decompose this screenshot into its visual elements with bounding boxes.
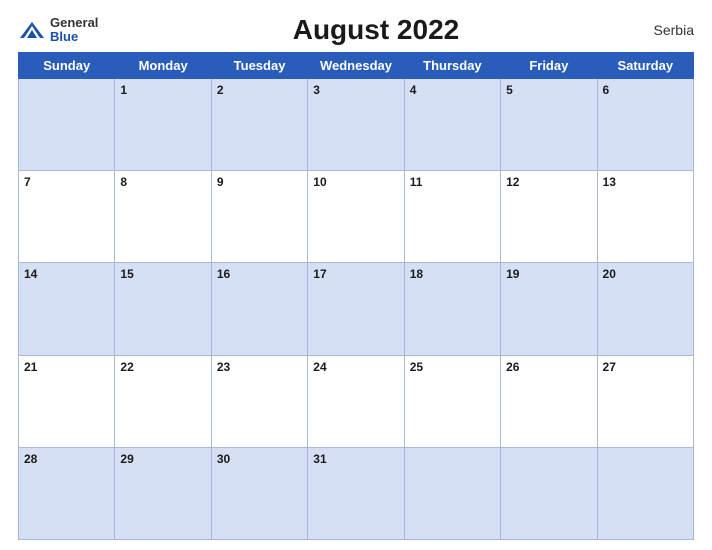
day-number: 29 <box>120 452 133 466</box>
calendar-day-20: 20 <box>597 263 693 355</box>
logo-blue: Blue <box>50 30 98 44</box>
day-header-wednesday: Wednesday <box>308 53 404 79</box>
calendar-day-15: 15 <box>115 263 211 355</box>
day-number: 3 <box>313 83 320 97</box>
day-number: 31 <box>313 452 326 466</box>
day-number: 24 <box>313 360 326 374</box>
calendar-day-22: 22 <box>115 355 211 447</box>
day-number: 23 <box>217 360 230 374</box>
calendar-week-row: 28 29 30 31 <box>19 447 694 539</box>
calendar-day-11: 11 <box>404 171 500 263</box>
day-number: 25 <box>410 360 423 374</box>
calendar-week-row: 21 22 23 24 25 26 27 <box>19 355 694 447</box>
calendar-day-8: 8 <box>115 171 211 263</box>
day-header-friday: Friday <box>501 53 597 79</box>
calendar-day-27: 27 <box>597 355 693 447</box>
day-header-tuesday: Tuesday <box>211 53 307 79</box>
day-number: 21 <box>24 360 37 374</box>
day-number: 13 <box>603 175 616 189</box>
day-number: 20 <box>603 267 616 281</box>
calendar-day-empty <box>501 447 597 539</box>
country-label: Serbia <box>654 22 694 38</box>
calendar-week-row: 1 2 3 4 5 6 <box>19 79 694 171</box>
day-number: 19 <box>506 267 519 281</box>
calendar-day-4: 4 <box>404 79 500 171</box>
calendar-day-23: 23 <box>211 355 307 447</box>
calendar-day-28: 28 <box>19 447 115 539</box>
calendar-title: August 2022 <box>293 14 460 46</box>
calendar-day-3: 3 <box>308 79 404 171</box>
day-number: 9 <box>217 175 224 189</box>
day-number: 14 <box>24 267 37 281</box>
calendar-day-16: 16 <box>211 263 307 355</box>
calendar-day-10: 10 <box>308 171 404 263</box>
day-headers-row: SundayMondayTuesdayWednesdayThursdayFrid… <box>19 53 694 79</box>
calendar-day-18: 18 <box>404 263 500 355</box>
calendar-day-25: 25 <box>404 355 500 447</box>
calendar-body: 1234567891011121314151617181920212223242… <box>19 79 694 540</box>
day-number: 5 <box>506 83 513 97</box>
day-header-sunday: Sunday <box>19 53 115 79</box>
day-number: 22 <box>120 360 133 374</box>
calendar-day-5: 5 <box>501 79 597 171</box>
calendar-day-31: 31 <box>308 447 404 539</box>
calendar-day-1: 1 <box>115 79 211 171</box>
calendar-week-row: 14 15 16 17 18 19 20 <box>19 263 694 355</box>
day-number: 2 <box>217 83 224 97</box>
header: General Blue August 2022 Serbia <box>18 10 694 48</box>
calendar-day-29: 29 <box>115 447 211 539</box>
day-header-thursday: Thursday <box>404 53 500 79</box>
month-year-title: August 2022 <box>293 14 460 46</box>
calendar-day-13: 13 <box>597 171 693 263</box>
logo-area: General Blue <box>18 16 98 45</box>
day-number: 10 <box>313 175 326 189</box>
calendar-day-9: 9 <box>211 171 307 263</box>
day-number: 1 <box>120 83 127 97</box>
calendar-day-14: 14 <box>19 263 115 355</box>
calendar-day-24: 24 <box>308 355 404 447</box>
calendar-day-17: 17 <box>308 263 404 355</box>
calendar-day-6: 6 <box>597 79 693 171</box>
logo-general: General <box>50 16 98 30</box>
day-number: 26 <box>506 360 519 374</box>
calendar-day-26: 26 <box>501 355 597 447</box>
logo-icon <box>18 20 46 40</box>
day-number: 16 <box>217 267 230 281</box>
day-number: 11 <box>410 175 423 189</box>
day-number: 7 <box>24 175 31 189</box>
logo-words: General Blue <box>50 16 98 45</box>
calendar-table: SundayMondayTuesdayWednesdayThursdayFrid… <box>18 52 694 540</box>
day-number: 15 <box>120 267 133 281</box>
day-number: 30 <box>217 452 230 466</box>
calendar-day-empty <box>19 79 115 171</box>
calendar-day-7: 7 <box>19 171 115 263</box>
calendar-day-empty <box>597 447 693 539</box>
day-header-saturday: Saturday <box>597 53 693 79</box>
calendar-day-2: 2 <box>211 79 307 171</box>
day-number: 12 <box>506 175 519 189</box>
calendar-day-19: 19 <box>501 263 597 355</box>
day-number: 28 <box>24 452 37 466</box>
calendar-week-row: 7 8 9 10 11 12 13 <box>19 171 694 263</box>
day-number: 27 <box>603 360 616 374</box>
day-number: 8 <box>120 175 127 189</box>
day-number: 6 <box>603 83 610 97</box>
calendar-day-30: 30 <box>211 447 307 539</box>
day-number: 18 <box>410 267 423 281</box>
calendar-day-empty <box>404 447 500 539</box>
day-header-monday: Monday <box>115 53 211 79</box>
day-number: 4 <box>410 83 417 97</box>
calendar-day-21: 21 <box>19 355 115 447</box>
day-number: 17 <box>313 267 326 281</box>
calendar-day-12: 12 <box>501 171 597 263</box>
